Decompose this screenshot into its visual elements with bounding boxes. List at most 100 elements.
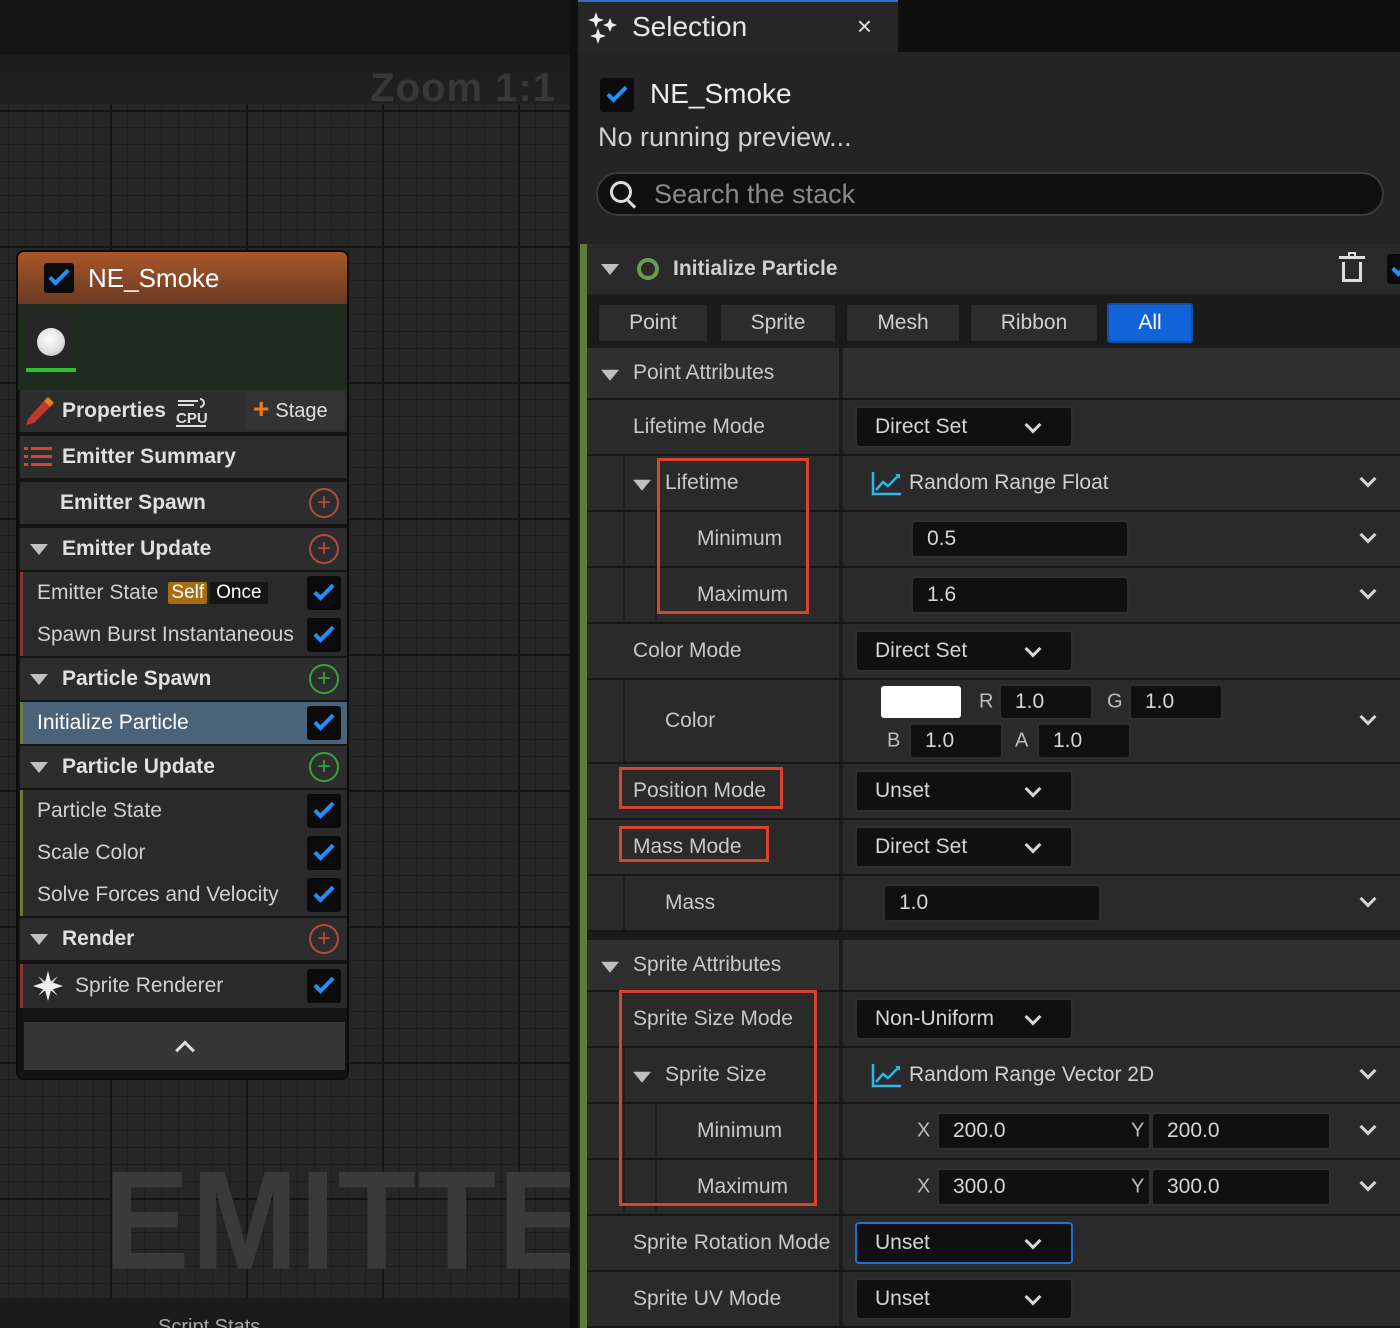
sprite-rotation-mode-dropdown[interactable]: Unset (855, 1222, 1073, 1264)
sprite-size-min-y-input[interactable]: 200.0 (1151, 1112, 1331, 1150)
sprite-uv-mode-row: Sprite UV Mode Unset (587, 1272, 1400, 1328)
mass-input[interactable]: 1.0 (883, 884, 1101, 922)
filter-sprite-button[interactable]: Sprite (719, 303, 837, 343)
sprite-size-min-x-input[interactable]: 200.0 (937, 1112, 1151, 1150)
filter-ribbon-button[interactable]: Ribbon (969, 303, 1099, 343)
particle-state-checkbox[interactable] (307, 794, 341, 828)
add-stage-button[interactable]: + Stage (245, 392, 345, 430)
selected-emitter-checkbox[interactable] (600, 78, 634, 112)
color-swatch[interactable] (881, 686, 961, 718)
emitter-graph[interactable]: Zoom 1:1 EMITTER Script Stats NE_Smoke P… (0, 0, 570, 1328)
emitter-spawn-label: Emitter Spawn (60, 491, 206, 514)
add-emitter-update-module-icon[interactable]: + (309, 534, 339, 564)
close-icon[interactable]: × (857, 11, 872, 42)
sprite-size-max-y-input[interactable]: 300.0 (1151, 1168, 1331, 1206)
emitter-summary-row[interactable]: Emitter Summary (20, 436, 347, 478)
min-x-label: X (917, 1119, 931, 1142)
position-mode-value: Unset (875, 779, 930, 802)
emitter-enable-checkbox[interactable] (44, 263, 74, 293)
chevron-down-icon[interactable] (1359, 1062, 1377, 1080)
particle-spawn-row[interactable]: Particle Spawn + (20, 658, 347, 700)
color-b-input[interactable]: 1.0 (909, 723, 1003, 759)
emitter-node[interactable]: NE_Smoke Properties CPU + Stage Emitter … (16, 250, 349, 1080)
point-attributes-section[interactable]: Point Attributes (587, 348, 1400, 400)
chevron-down-icon[interactable] (1359, 1174, 1377, 1192)
sprite-size-max-x-input[interactable]: 300.0 (937, 1168, 1151, 1206)
initialize-particle-header[interactable]: Initialize Particle (587, 244, 1400, 294)
lifetime-mode-dropdown[interactable]: Direct Set (855, 406, 1073, 448)
spawn-burst-label: Spawn Burst Instantaneous (37, 623, 294, 646)
chevron-down-icon[interactable] (1359, 470, 1377, 488)
sprite-renderer-module[interactable]: Sprite Renderer (20, 964, 347, 1008)
stack-search-input[interactable] (654, 178, 1354, 210)
scale-color-checkbox[interactable] (307, 836, 341, 870)
color-r-input[interactable]: 1.0 (999, 684, 1093, 720)
collapse-triangle-icon[interactable] (633, 479, 651, 491)
lifetime-minimum-row: Minimum 0.5 (587, 512, 1400, 568)
collapse-triangle-icon[interactable] (30, 543, 48, 555)
lifetime-mode-label: Lifetime Mode (633, 415, 765, 438)
emitter-state-module[interactable]: Emitter State Self Once (20, 572, 347, 614)
add-particle-spawn-module-icon[interactable]: + (309, 664, 339, 694)
solve-forces-checkbox[interactable] (307, 878, 341, 912)
add-particle-update-module-icon[interactable]: + (309, 752, 339, 782)
add-renderer-icon[interactable]: + (309, 924, 339, 954)
sprite-uv-mode-dropdown[interactable]: Unset (855, 1278, 1073, 1320)
sprite-size-mode-dropdown[interactable]: Non-Uniform (855, 998, 1073, 1040)
module-enable-checkbox[interactable] (1387, 254, 1400, 284)
spawn-burst-module[interactable]: Spawn Burst Instantaneous (20, 614, 347, 656)
sprite-attributes-section[interactable]: Sprite Attributes (587, 940, 1400, 992)
script-stats-tab[interactable]: Script Stats (158, 1316, 260, 1328)
chevron-down-icon[interactable] (1359, 582, 1377, 600)
emitter-state-checkbox[interactable] (307, 576, 341, 610)
preview-status: No running preview... (598, 122, 852, 152)
collapse-triangle-icon[interactable] (601, 263, 619, 275)
color-row: Color R 1.0 G 1.0 B 1.0 A 1.0 (587, 680, 1400, 764)
stack-search-box[interactable] (596, 172, 1384, 216)
sprite-renderer-checkbox[interactable] (307, 969, 341, 1003)
chevron-down-icon[interactable] (1359, 708, 1377, 726)
sprite-size-mode-value: Non-Uniform (875, 1007, 995, 1030)
initialize-particle-module[interactable]: Initialize Particle (20, 702, 347, 744)
lifetime-minimum-input[interactable]: 0.5 (911, 520, 1129, 558)
chevron-down-icon (1024, 1008, 1042, 1026)
spawn-burst-checkbox[interactable] (307, 618, 341, 652)
collapse-triangle-icon[interactable] (30, 673, 48, 685)
panel-splitter[interactable] (570, 0, 578, 1328)
collapse-triangle-icon[interactable] (633, 1071, 651, 1083)
color-g-input[interactable]: 1.0 (1129, 684, 1223, 720)
collapse-triangle-icon[interactable] (30, 761, 48, 773)
color-mode-dropdown[interactable]: Direct Set (855, 630, 1073, 672)
collapse-node-button[interactable] (24, 1022, 345, 1070)
chevron-down-icon[interactable] (1359, 526, 1377, 544)
emitter-thumbnail[interactable] (26, 314, 76, 372)
emitter-update-label: Emitter Update (62, 537, 212, 560)
properties-row[interactable]: Properties CPU + Stage (20, 390, 347, 432)
trash-icon[interactable] (1339, 252, 1365, 284)
checkmark-icon (313, 972, 335, 994)
position-mode-dropdown[interactable]: Unset (855, 770, 1073, 812)
particle-state-module[interactable]: Particle State (20, 790, 347, 832)
particle-update-row[interactable]: Particle Update + (20, 746, 347, 788)
add-emitter-spawn-module-icon[interactable]: + (309, 488, 339, 518)
emitter-update-row[interactable]: Emitter Update + (20, 528, 347, 570)
lifetime-maximum-input[interactable]: 1.6 (911, 576, 1129, 614)
scale-color-module[interactable]: Scale Color (20, 832, 347, 874)
chevron-down-icon[interactable] (1359, 890, 1377, 908)
emitter-node-header[interactable]: NE_Smoke (18, 252, 347, 304)
render-row[interactable]: Render + (20, 918, 347, 960)
chevron-down-icon[interactable] (1359, 1118, 1377, 1136)
color-a-input[interactable]: 1.0 (1037, 723, 1131, 759)
collapse-triangle-icon[interactable] (601, 369, 619, 381)
emitter-spawn-row[interactable]: Emitter Spawn + (20, 482, 347, 524)
initialize-particle-checkbox[interactable] (307, 706, 341, 740)
collapse-triangle-icon[interactable] (601, 961, 619, 973)
point-attributes-label: Point Attributes (633, 361, 775, 384)
solve-forces-module[interactable]: Solve Forces and Velocity (20, 874, 347, 916)
filter-all-button[interactable]: All (1107, 303, 1193, 343)
selection-tab[interactable]: Selection × (578, 0, 898, 52)
collapse-triangle-icon[interactable] (30, 933, 48, 945)
filter-point-button[interactable]: Point (597, 303, 709, 343)
filter-mesh-button[interactable]: Mesh (845, 303, 961, 343)
mass-mode-dropdown[interactable]: Direct Set (855, 826, 1073, 868)
